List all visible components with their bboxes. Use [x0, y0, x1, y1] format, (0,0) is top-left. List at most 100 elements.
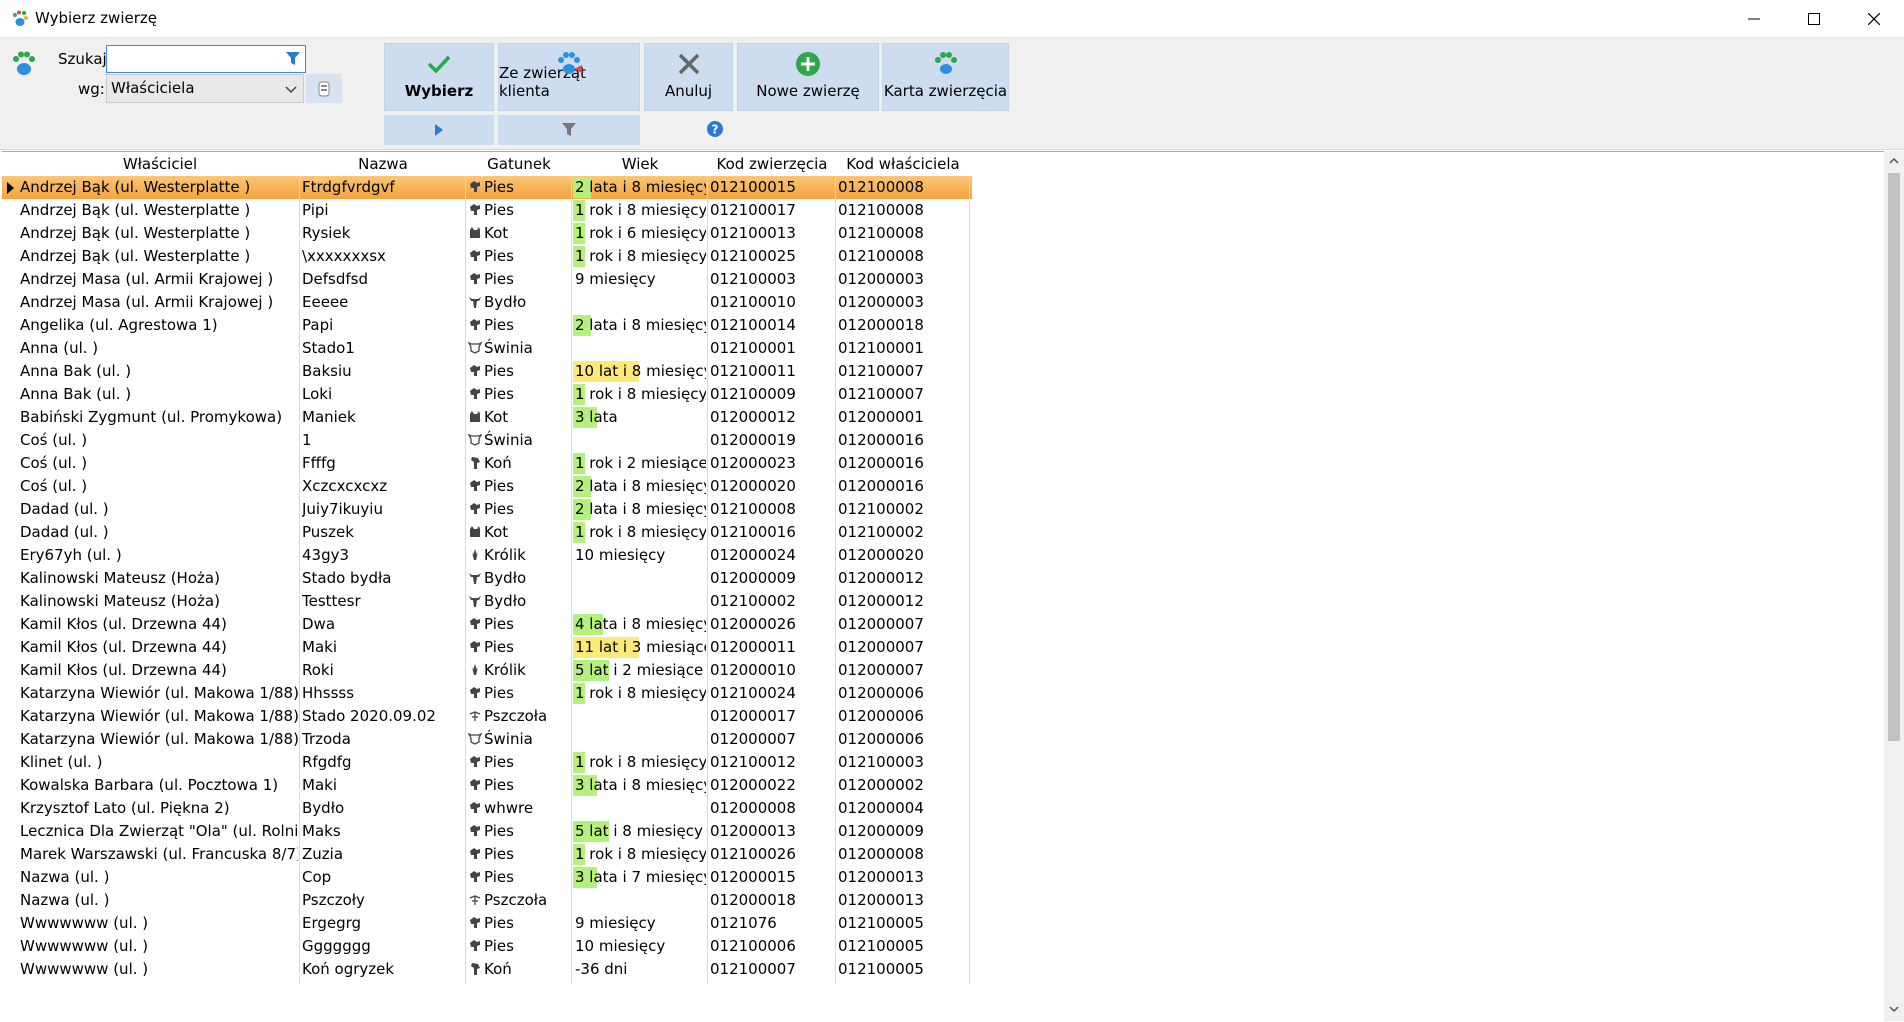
select-button[interactable]: Wybierz [384, 43, 494, 111]
species-label: Kot [484, 408, 509, 426]
table-row[interactable]: Kalinowski Mateusz (Hoża) Stado bydła Bydł… [2, 567, 972, 590]
table-row[interactable]: Andrzej Bąk (ul. Westerplatte ) Ftrdgfvrd… [2, 176, 972, 199]
scroll-down-button[interactable] [1884, 999, 1904, 1019]
table-row[interactable]: Angelika (ul. Agrestowa 1) Papi Pies 2 lata… [2, 314, 972, 337]
table-row[interactable]: Kalinowski Mateusz (Hoża) Testtesr Bydło 01… [2, 590, 972, 613]
column-header-age[interactable]: Wiek [572, 152, 708, 176]
column-header-name[interactable]: Nazwa [300, 152, 466, 176]
age-indicator: 10 miesięcy [573, 935, 665, 958]
table-row[interactable]: Krzysztof Lato (ul. Piękna 2) Bydło whwre 0… [2, 797, 972, 820]
table-row[interactable]: Kamil Kłos (ul. Drzewna 44) Maki Pies 11 la… [2, 636, 972, 659]
age-label: 11 lat i 3 miesiące [575, 638, 706, 656]
table-row[interactable]: Dadad (ul. ) Juiy7ikuyiu Pies 2 lata i 8 mi… [2, 498, 972, 521]
table-row[interactable]: Anna Bak (ul. ) Baksiu Pies 10 lat i 8 mies… [2, 360, 972, 383]
table-row[interactable]: Andrzej Masa (ul. Armii Krajowej ) Defsdf… [2, 268, 972, 291]
table-row[interactable]: Nazwa (ul. ) Pszczoły Pszczoła 012000018 012… [2, 889, 972, 912]
animal-code-cell: 012000009 [710, 569, 796, 587]
help-icon[interactable]: ? [706, 120, 724, 138]
minimize-button[interactable] [1726, 0, 1782, 38]
table-row[interactable]: Coś (ul. ) 1 Świnia 012000019 012000016 [2, 429, 972, 452]
filter-icon[interactable] [285, 51, 301, 67]
age-cell: 5 lat i 8 miesięcy [573, 820, 706, 843]
table-row[interactable]: Dadad (ul. ) Puszek Kot 1 rok i 8 miesięcy 0… [2, 521, 972, 544]
table-row[interactable]: Klinet (ul. ) Rfgdfg Pies 1 rok i 8 miesięc… [2, 751, 972, 774]
column-header-owner[interactable]: Właściciel [20, 152, 300, 176]
new-animal-button[interactable]: Nowe zwierzę [737, 43, 879, 111]
table-row[interactable]: Anna (ul. ) Stado1 Świnia 012100001 01210000… [2, 337, 972, 360]
column-divider [707, 176, 708, 984]
column-header-owner-code[interactable]: Kod właściciela [836, 152, 970, 176]
from-client-animals-button[interactable]: Ze zwierząt klienta [498, 43, 640, 111]
table-row[interactable]: Kowalska Barbara (ul. Pocztowa 1) Maki Pie… [2, 774, 972, 797]
species-cell: Pies [468, 199, 570, 222]
sort-option-icon [318, 81, 330, 96]
maximize-button[interactable] [1786, 0, 1842, 38]
scroll-up-button[interactable] [1884, 151, 1904, 171]
species-cell: Pszczoła [468, 889, 570, 912]
owner-code-cell: 012100005 [838, 960, 924, 978]
owner-code-cell: 012000016 [838, 477, 924, 495]
table-row[interactable]: Marek Warszawski (ul. Francuska 8/7) Zuzi… [2, 843, 972, 866]
table-row[interactable]: Nazwa (ul. ) Cop Pies 3 lata i 7 miesięcy 01… [2, 866, 972, 889]
table-row[interactable]: Andrzej Bąk (ul. Westerplatte ) Rysiek Kot… [2, 222, 972, 245]
search-input[interactable] [107, 46, 277, 72]
bee-icon [469, 711, 481, 721]
table-row[interactable]: Coś (ul. ) Ffffg Koń 1 rok i 2 miesiące 0120… [2, 452, 972, 475]
age-indicator: 1 rok i 8 miesięcy [573, 751, 706, 774]
owner-code-cell: 012000016 [838, 454, 924, 472]
animal-card-button[interactable]: Karta zwierzęcia [882, 43, 1009, 111]
table-row[interactable]: Kamil Kłos (ul. Drzewna 44) Roki Królik 5 l… [2, 659, 972, 682]
cancel-button[interactable]: Anuluj [644, 43, 733, 111]
toolbar: Szukaj: wg: Właściciela Wybierz Ze zwier… [0, 38, 1904, 150]
age-label: 3 lata i 8 miesięcy [575, 776, 706, 794]
owner-cell: Krzysztof Lato (ul. Piękna 2) [20, 799, 230, 817]
age-indicator [573, 337, 575, 360]
species-cell: Pies [468, 268, 570, 291]
table-row[interactable]: Ery67yh (ul. ) 43gy3 Królik 10 miesięcy 0120… [2, 544, 972, 567]
sort-by-select[interactable]: Właściciela [106, 74, 304, 103]
animal-code-cell: 012000008 [710, 799, 796, 817]
table-row[interactable]: Katarzyna Wiewiór (ul. Makowa 1/88) Hhsss… [2, 682, 972, 705]
table-row[interactable]: Andrzej Masa (ul. Armii Krajowej ) Eeeee B… [2, 291, 972, 314]
table-row[interactable]: Babiński Zygmunt (ul. Promykowa) Maniek Ko… [2, 406, 972, 429]
owner-cell: Kamil Kłos (ul. Drzewna 44) [20, 638, 227, 656]
table-row[interactable]: Wwwwwww (ul. ) Ergegrg Pies 9 miesięcy 01210… [2, 912, 972, 935]
table-row[interactable]: Katarzyna Wiewiór (ul. Makowa 1/88) Stado… [2, 705, 972, 728]
owner-code-cell: 012100008 [838, 178, 924, 196]
table-row[interactable]: Wwwwwww (ul. ) Koń ogryzek Koń -36 dni 01210… [2, 958, 972, 981]
close-button[interactable] [1846, 0, 1902, 38]
table-row[interactable]: Coś (ul. ) Xczcxcxcxz Pies 2 lata i 8 miesi… [2, 475, 972, 498]
dog-icon [470, 825, 480, 836]
animal-name-cell: Defsdfsd [302, 270, 369, 288]
owner-code-cell: 012100008 [838, 247, 924, 265]
filter-button[interactable] [498, 115, 640, 145]
vertical-scrollbar[interactable] [1884, 151, 1904, 1021]
table-row[interactable]: Anna Bak (ul. ) Loki Pies 1 rok i 8 miesięc… [2, 383, 972, 406]
owner-code-cell: 012100005 [838, 914, 924, 932]
table-row[interactable]: Kamil Kłos (ul. Drzewna 44) Dwa Pies 4 lata… [2, 613, 972, 636]
search-field[interactable] [106, 45, 306, 73]
column-header-species[interactable]: Gatunek [466, 152, 572, 176]
age-cell: 1 rok i 8 miesięcy [573, 383, 706, 406]
species-cell: Pies [468, 613, 570, 636]
table-row[interactable]: Andrzej Bąk (ul. Westerplatte ) Pipi Pies 1… [2, 199, 972, 222]
scroll-thumb[interactable] [1888, 173, 1900, 741]
sort-by-value: Właściciela [111, 79, 195, 97]
animal-code-cell: 012100002 [710, 592, 796, 610]
sort-options-button[interactable] [306, 74, 342, 103]
table-row[interactable]: Lecznica Dla Zwierząt "Ola" (ul. Rolnicz… [2, 820, 972, 843]
expand-button[interactable] [384, 115, 494, 145]
animal-code-cell: 012100007 [710, 960, 796, 978]
animal-code-cell: 012000018 [710, 891, 796, 909]
owner-code-cell: 012000008 [838, 845, 924, 863]
animal-code-cell: 012100009 [710, 385, 796, 403]
column-header-animal-code[interactable]: Kod zwierzęcia [708, 152, 836, 176]
table-row[interactable]: Katarzyna Wiewiór (ul. Makowa 1/88) Trzod… [2, 728, 972, 751]
animal-name-cell: Ergegrg [302, 914, 362, 932]
animal-code-cell: 012100010 [710, 293, 796, 311]
column-divider [465, 176, 466, 984]
species-cell: Pies [468, 774, 570, 797]
table-row[interactable]: Wwwwwww (ul. ) Ggggggg Pies 10 miesięcy 0121… [2, 935, 972, 958]
table-row[interactable]: Andrzej Bąk (ul. Westerplatte ) \xxxxxxxs… [2, 245, 972, 268]
column-divider [571, 176, 572, 984]
